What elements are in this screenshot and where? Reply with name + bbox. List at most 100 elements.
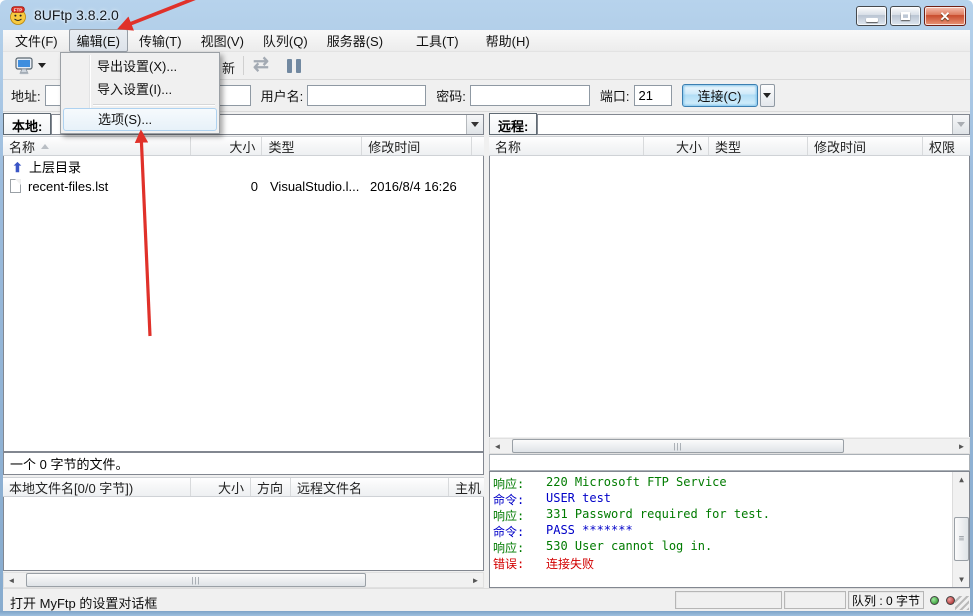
menu-queue[interactable]: 队列(Q)	[255, 29, 316, 52]
sort-asc-icon	[41, 144, 49, 149]
connect-button[interactable]: 连接(C)	[682, 84, 758, 107]
menu-server[interactable]: 服务器(S)	[319, 29, 391, 52]
scroll-down-icon[interactable]: ▼	[954, 572, 969, 587]
menu-item-options[interactable]: 选项(S)...	[63, 108, 217, 131]
tab-remote[interactable]: 远程:	[489, 113, 537, 135]
col-size[interactable]: 大小	[644, 137, 709, 155]
tab-local[interactable]: 本地:	[3, 113, 51, 135]
minimize-button[interactable]	[856, 6, 887, 26]
connect-dropdown-button[interactable]	[760, 84, 775, 107]
port-label: 端口:	[600, 86, 630, 105]
toolbar-separator	[243, 56, 244, 75]
col-type[interactable]: 类型	[709, 137, 808, 155]
title-bar[interactable]: FTP 8UFtp 3.8.2.0 ✕	[0, 0, 973, 30]
transfer-icon[interactable]: ⇄	[253, 53, 269, 76]
list-item[interactable]: ⬆上层目录	[4, 156, 483, 176]
password-label: 密码:	[436, 86, 466, 105]
col-remote-filename[interactable]: 远程文件名	[291, 478, 449, 496]
file-modified: 2016/8/4 16:26	[364, 179, 474, 194]
menu-file[interactable]: 文件(F)	[7, 29, 66, 52]
col-type[interactable]: 类型	[262, 137, 362, 155]
file-icon	[10, 179, 21, 193]
password-input[interactable]	[470, 85, 590, 106]
menu-help[interactable]: 帮助(H)	[478, 29, 538, 52]
status-panel	[784, 591, 846, 609]
log-entry: 响应:530 User cannot log in.	[490, 539, 969, 555]
user-input[interactable]	[307, 85, 426, 106]
minimize-icon	[866, 18, 878, 22]
remote-column-headers: 名称 大小 类型 修改时间 权限	[489, 136, 970, 156]
scroll-left-icon[interactable]: ◄	[490, 439, 505, 453]
pause-button[interactable]	[287, 59, 301, 73]
resize-grip[interactable]	[955, 596, 969, 610]
status-message: 打开 MyFtp 的设置对话框	[10, 593, 157, 612]
remote-file-list[interactable]	[489, 156, 970, 437]
col-modified[interactable]: 修改时间	[362, 137, 472, 155]
file-name: recent-files.lst	[28, 179, 108, 194]
app-window: FTP 8UFtp 3.8.2.0 ✕ 文件(F) 编辑(E) 传输(T) 视图…	[0, 0, 973, 616]
queue-size-panel: 队列 : 0 字节	[848, 591, 924, 609]
log-entry: 响应:331 Password required for test.	[490, 507, 969, 523]
pause-icon	[287, 59, 292, 73]
computer-icon	[13, 56, 35, 76]
remote-horizontal-scrollbar[interactable]: ◄ ||| ►	[489, 438, 970, 454]
col-size[interactable]: 大小	[191, 137, 263, 155]
remote-path-combobox[interactable]	[537, 114, 970, 135]
scrollbar-thumb[interactable]: ≡	[954, 517, 969, 561]
menu-item-import-settings[interactable]: 导入设置(I)...	[63, 78, 217, 101]
restore-button[interactable]	[890, 6, 921, 26]
combo-dropdown-button	[952, 115, 969, 134]
log-entry: 响应:220 Microsoft FTP Service	[490, 475, 969, 491]
chevron-down-icon[interactable]	[38, 63, 46, 68]
menu-item-export-settings[interactable]: 导出设置(X)...	[63, 55, 217, 78]
local-column-headers: 名称 大小 类型 修改时间	[3, 136, 484, 156]
scroll-right-icon[interactable]: ►	[954, 439, 969, 453]
close-button[interactable]: ✕	[924, 6, 966, 26]
chevron-down-icon	[471, 122, 479, 127]
chevron-down-icon	[763, 93, 771, 98]
queue-horizontal-scrollbar[interactable]: ◄ ||| ►	[3, 572, 484, 588]
file-type: VisualStudio.l...	[264, 179, 364, 194]
col-permissions[interactable]: 权限	[923, 137, 970, 155]
status-panel	[675, 591, 782, 609]
list-item[interactable]: recent-files.lst 0 VisualStudio.l... 201…	[4, 176, 483, 196]
scroll-up-icon[interactable]: ▲	[954, 472, 969, 487]
col-size[interactable]: 大小	[191, 478, 251, 496]
scrollbar-thumb[interactable]: |||	[512, 439, 844, 453]
log-vertical-scrollbar[interactable]: ▲ ≡ ▼	[952, 472, 969, 587]
log-panel[interactable]: 响应:220 Microsoft FTP Service 命令:USER tes…	[489, 471, 970, 588]
combo-dropdown-button[interactable]	[466, 115, 483, 134]
connect-site-button[interactable]	[9, 54, 50, 78]
refresh-button-partial[interactable]: 新	[222, 58, 235, 77]
transfer-queue-list[interactable]	[3, 497, 484, 571]
col-filler	[472, 137, 484, 155]
col-host[interactable]: 主机	[449, 478, 484, 496]
menu-view[interactable]: 视图(V)	[193, 29, 252, 52]
edit-menu-popup: 导出设置(X)... 导入设置(I)... 选项(S)...	[60, 52, 220, 134]
chevron-down-icon	[957, 122, 965, 127]
menu-tools[interactable]: 工具(T)	[408, 29, 467, 52]
log-entry: 命令:USER test	[490, 491, 969, 507]
scroll-right-icon[interactable]: ►	[468, 573, 483, 587]
col-direction[interactable]: 方向	[251, 478, 291, 496]
port-input[interactable]	[634, 85, 672, 106]
col-name[interactable]: 名称	[3, 137, 191, 155]
scroll-left-icon[interactable]: ◄	[4, 573, 19, 587]
menu-edit[interactable]: 编辑(E)	[69, 29, 128, 52]
file-name: 上层目录	[29, 160, 81, 175]
local-file-list[interactable]: ⬆上层目录 recent-files.lst 0 VisualStudio.l.…	[3, 156, 484, 452]
log-entry: 命令:PASS *******	[490, 523, 969, 539]
remote-status-strip	[489, 454, 970, 471]
address-label: 地址:	[11, 86, 41, 105]
user-label: 用户名:	[261, 86, 304, 105]
menu-separator	[93, 104, 215, 105]
app-icon: FTP	[8, 5, 28, 25]
scrollbar-thumb[interactable]: |||	[26, 573, 366, 587]
col-local-filename[interactable]: 本地文件名[0/0 字节])	[3, 478, 191, 496]
window-title: 8UFtp 3.8.2.0	[34, 7, 119, 23]
connect-button-label: 连接(C)	[697, 86, 741, 105]
menu-transfer[interactable]: 传输(T)	[131, 29, 190, 52]
col-name[interactable]: 名称	[489, 137, 644, 155]
main-area: 本地: 名称 大小 类型 修改时间 ⬆上层目录	[3, 112, 970, 588]
col-modified[interactable]: 修改时间	[808, 137, 923, 155]
